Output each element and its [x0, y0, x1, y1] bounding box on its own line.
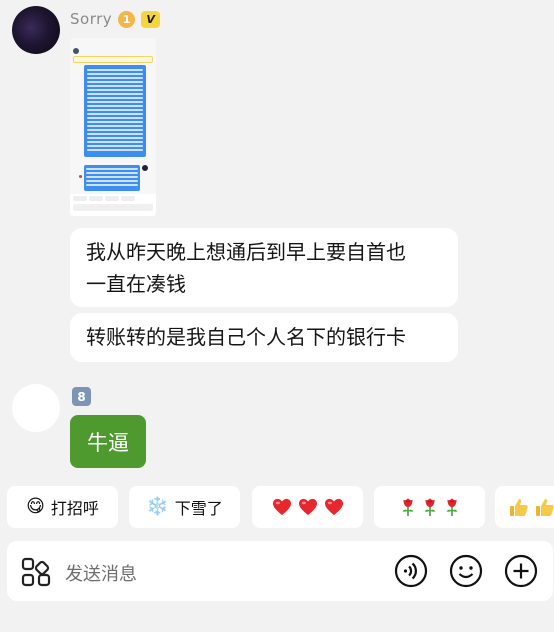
screenshot-notice [73, 56, 153, 63]
emoji-icon[interactable] [449, 554, 483, 588]
heart-icon [272, 498, 291, 516]
thumbs-up-icon [536, 499, 554, 516]
rose-icon [424, 498, 435, 517]
heart-icon [298, 498, 317, 516]
number-badge: 8 [72, 387, 91, 406]
quick-reply-hearts[interactable] [252, 486, 363, 528]
voice-icon[interactable] [394, 554, 428, 588]
plus-icon[interactable] [504, 554, 538, 588]
sender-name[interactable]: Sorry [70, 10, 112, 28]
screenshot-message-row [79, 165, 156, 191]
rose-icon [446, 498, 457, 517]
image-message-screenshot[interactable] [70, 38, 156, 216]
quick-reply-thumbs[interactable] [495, 486, 554, 528]
quick-reply-snow[interactable]: ❄️ 下雪了 [129, 486, 240, 528]
verified-badge: V [141, 10, 161, 28]
level-badge: 1 [118, 10, 136, 28]
screenshot-nav-bar [70, 46, 156, 55]
heart-icon [324, 498, 343, 516]
screenshot-avatar [142, 165, 148, 171]
smiling-face-icon: 😋 [26, 496, 45, 517]
rose-icon [402, 498, 413, 517]
message-bubble[interactable]: 我从昨天晚上想通后到早上要自首也 一直在凑钱 [70, 228, 458, 307]
reply-avatar[interactable] [12, 384, 60, 432]
message-text: 转账转的是我自己个人名下的银行卡 [86, 325, 406, 349]
sender-header: Sorry 1 V [70, 10, 161, 28]
message-text-line: 我从昨天晚上想通后到早上要自首也 [86, 240, 406, 264]
message-bubble[interactable]: 转账转的是我自己个人名下的银行卡 [70, 313, 458, 362]
screenshot-blue-bubble-2 [84, 165, 140, 191]
apps-grid-icon[interactable] [21, 557, 51, 587]
snowflake-icon: ❄️ [146, 496, 169, 517]
screenshot-input-area [70, 194, 156, 216]
quick-reply-label: 下雪了 [174, 499, 223, 518]
quick-reply-greet[interactable]: 😋 打招呼 [7, 486, 118, 528]
message-composer: 发送消息 [7, 541, 553, 601]
reply-bubble[interactable]: 牛逼 [70, 415, 146, 468]
screenshot-timestamp [70, 159, 156, 163]
screenshot-error-dot [79, 175, 82, 178]
message-input[interactable]: 发送消息 [65, 560, 137, 586]
message-text-line: 一直在凑钱 [86, 272, 186, 296]
screenshot-status-bar [70, 38, 156, 46]
quick-reply-label: 打招呼 [50, 499, 99, 518]
sender-avatar[interactable] [12, 6, 60, 54]
quick-reply-roses[interactable] [374, 486, 485, 528]
thumbs-up-icon [510, 499, 528, 516]
screenshot-blue-bubble [84, 65, 146, 157]
